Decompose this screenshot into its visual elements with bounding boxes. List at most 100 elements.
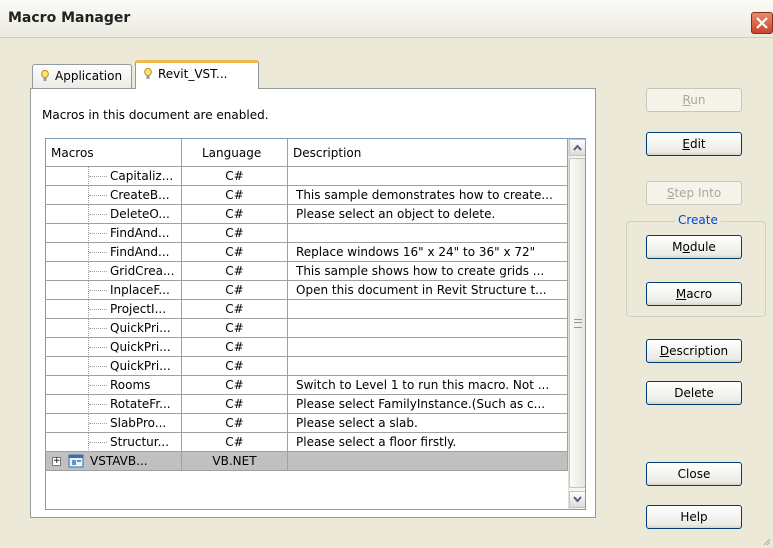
language-cell: C# [182, 281, 288, 300]
description-cell: This sample demonstrates how to create..… [288, 186, 568, 205]
create-group-label: Create [675, 213, 721, 227]
table-row[interactable]: CreateB... C# This sample demonstrates how… [46, 186, 568, 205]
macro-name: QuickPri... [110, 359, 171, 373]
run-button[interactable]: Run [646, 88, 742, 112]
tree-connector [89, 195, 107, 197]
tab-label: Revit_VST... [158, 67, 228, 81]
table-row[interactable]: ProjectI... C# [46, 300, 568, 319]
language-cell: C# [182, 300, 288, 319]
macro-name-cell: CreateB... [46, 186, 182, 205]
macro-name: GridCrea... [110, 264, 175, 278]
description-cell: Please select a floor firstly. [288, 433, 568, 452]
macro-name: DeleteO... [110, 207, 170, 221]
chevron-up-icon [573, 144, 582, 151]
column-header-language[interactable]: Language [182, 139, 288, 167]
language-cell: VB.NET [182, 452, 288, 471]
step-into-button[interactable]: Step Into [646, 181, 742, 205]
column-header-description[interactable]: Description [288, 139, 568, 167]
macro-name-cell: FindAnd... [46, 243, 182, 262]
macro-name: ProjectI... [110, 302, 167, 316]
table-row[interactable]: Rooms C# Switch to Level 1 to run this mac… [46, 376, 568, 395]
tree-connector [89, 271, 107, 273]
chevron-down-icon [573, 496, 582, 503]
macro-name: FindAnd... [110, 226, 170, 240]
description-cell [288, 167, 568, 186]
macro-name-cell: DeleteO... [46, 205, 182, 224]
lightbulb-icon [144, 68, 152, 79]
tab-revit-vst[interactable]: Revit_VST... [135, 60, 259, 89]
tree-connector [89, 252, 107, 254]
vb-project-icon [68, 454, 84, 468]
tree-connector [89, 442, 107, 444]
step-into-label-post: tep Into [674, 186, 722, 200]
table-row[interactable]: SlabPro... C# Please select a slab. [46, 414, 568, 433]
delete-button[interactable]: Delete [646, 381, 742, 405]
resize-grip-icon[interactable] [761, 536, 771, 546]
tree-connector [89, 347, 107, 349]
project-name: VSTAVB... [90, 454, 148, 468]
description-label-key: D [659, 344, 670, 358]
macro-name: Rooms [110, 378, 151, 392]
table-row[interactable]: RotateFr... C# Please select FamilyInstanc… [46, 395, 568, 414]
macros-grid[interactable]: Macros Language Description Capitaliz...… [45, 138, 586, 510]
language-cell: C# [182, 167, 288, 186]
language-cell: C# [182, 395, 288, 414]
table-row[interactable]: FindAnd... C# [46, 224, 568, 243]
scroll-up-button[interactable] [569, 139, 585, 156]
macro-label-post: acro [686, 287, 713, 301]
macro-name-cell: SlabPro... [46, 414, 182, 433]
macro-name-cell: ProjectI... [46, 300, 182, 319]
table-row[interactable]: Capitaliz... C# [46, 167, 568, 186]
module-button[interactable]: Module [646, 235, 742, 259]
window-title: Macro Manager [8, 10, 131, 26]
close-window-button[interactable] [751, 12, 773, 34]
table-row[interactable]: QuickPri... C# [46, 357, 568, 376]
description-cell [288, 357, 568, 376]
macro-button[interactable]: Macro [646, 282, 742, 306]
description-cell: This sample shows how to create grids ..… [288, 262, 568, 281]
language-cell: C# [182, 338, 288, 357]
project-row[interactable]: + VSTAVB... VB.NET [46, 452, 568, 471]
description-cell [288, 338, 568, 357]
scroll-grip [574, 319, 582, 328]
macro-name: QuickPri... [110, 321, 171, 335]
language-cell: C# [182, 414, 288, 433]
scroll-thumb[interactable] [569, 158, 585, 488]
tree-connector [89, 366, 107, 368]
tab-application[interactable]: Application [32, 64, 132, 88]
module-label-pre: M [672, 240, 683, 254]
help-button[interactable]: Help [646, 505, 742, 529]
description-cell [288, 319, 568, 338]
tab-label: Application [55, 69, 123, 83]
macro-name-cell: RotateFr... [46, 395, 182, 414]
table-row[interactable]: QuickPri... C# [46, 319, 568, 338]
table-row[interactable]: GridCrea... C# This sample shows how to cr… [46, 262, 568, 281]
macro-name-cell: GridCrea... [46, 262, 182, 281]
close-button[interactable]: Close [646, 462, 742, 486]
table-row[interactable]: DeleteO... C# Please select an object to d… [46, 205, 568, 224]
description-cell [288, 300, 568, 319]
status-text: Macros in this document are enabled. [42, 108, 269, 122]
edit-button[interactable]: Edit [646, 132, 742, 156]
module-label-key: o [682, 240, 690, 254]
tree-connector [89, 233, 107, 235]
title-bar: Macro Manager [0, 0, 773, 38]
description-button[interactable]: Description [646, 339, 742, 363]
table-row[interactable]: InplaceF... C# Open this document in Revit… [46, 281, 568, 300]
tree-connector [89, 214, 107, 216]
tree-connector [89, 176, 107, 178]
table-row[interactable]: QuickPri... C# [46, 338, 568, 357]
column-header-macros[interactable]: Macros [46, 139, 182, 167]
scroll-down-button[interactable] [569, 491, 585, 508]
expand-icon[interactable]: + [52, 457, 61, 466]
language-cell: C# [182, 376, 288, 395]
description-cell: Please select a slab. [288, 414, 568, 433]
lightbulb-icon [41, 70, 49, 81]
language-cell: C# [182, 433, 288, 452]
tree-connector [89, 328, 107, 330]
macro-label-key: M [675, 287, 687, 301]
vertical-scrollbar[interactable] [568, 139, 585, 509]
table-row[interactable]: FindAnd... C# Replace windows 16" x 24" to… [46, 243, 568, 262]
table-row[interactable]: Structur... C# Please select a floor first… [46, 433, 568, 452]
run-label-post: un [690, 93, 706, 107]
